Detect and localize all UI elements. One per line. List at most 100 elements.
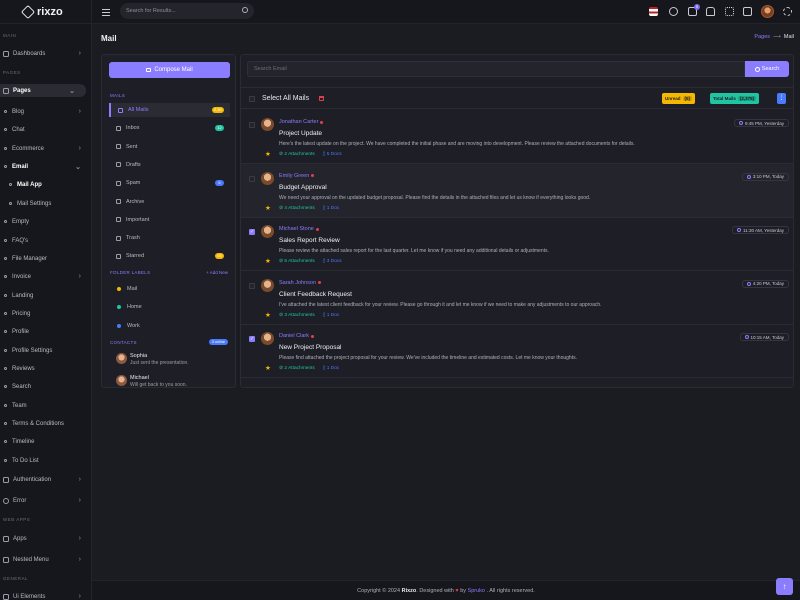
contact-item[interactable]: Michael Will get back to you soon. — [116, 375, 187, 387]
sidebar-item-mail-app[interactable]: Mail App — [0, 178, 91, 191]
sidebar-item-search[interactable]: Search — [0, 380, 91, 393]
docs-link[interactable]: ▯ 3 Docs — [323, 259, 342, 264]
sidebar-item-email[interactable]: Email ⌄ — [0, 160, 91, 173]
mail-folder-item[interactable]: All Mails 2,3K — [109, 103, 230, 117]
mail-checkbox[interactable] — [249, 229, 255, 235]
docs-link[interactable]: ▯ 1 Doc — [323, 206, 340, 211]
mail-folder-item[interactable]: Starred 05 — [109, 249, 230, 263]
mail-row[interactable]: Sarah Johnson Client Feedback Request I've… — [241, 271, 793, 325]
sidebar-item-label: Dashboards — [13, 50, 46, 57]
bullet-icon — [4, 330, 7, 333]
user-avatar[interactable] — [761, 5, 774, 18]
header-search-input[interactable]: Search for Results... — [120, 3, 254, 19]
mail-folder-item[interactable]: Sent — [109, 140, 230, 154]
mail-folder-item[interactable]: Important — [109, 213, 230, 227]
mail-folder-item[interactable]: Archive — [109, 195, 230, 209]
attachments-link[interactable]: ⊘ 5 Attachments — [279, 259, 315, 264]
docs-count: 5 Docs — [326, 152, 342, 157]
sidebar-item-apps[interactable]: Apps › — [0, 532, 91, 545]
email-search-button[interactable]: Search — [745, 61, 789, 77]
sidebar-item-ui-elements[interactable]: Ui Elements › — [0, 590, 91, 600]
sidebar-item-pages[interactable]: Pages ⌄ — [0, 84, 86, 97]
fullscreen-icon[interactable] — [743, 7, 752, 16]
sidebar-item-dashboards[interactable]: Dashboards › — [0, 47, 91, 60]
attachments-link[interactable]: ⊘ 4 Attachments — [279, 206, 315, 211]
sidebar-item-file-manager[interactable]: File Manager — [0, 252, 91, 265]
mail-folder-item[interactable]: Drafts — [109, 158, 230, 172]
mail-row[interactable]: Daniel Clark New Project Proposal Please f… — [241, 324, 793, 378]
docs-link[interactable]: ▯ 5 Docs — [323, 152, 342, 157]
mail-checkbox[interactable] — [249, 336, 255, 342]
scroll-to-top-button[interactable]: ↑ — [776, 578, 793, 595]
sidebar-item-timeline[interactable]: Timeline — [0, 435, 91, 448]
sidebar-item-ecommerce[interactable]: Ecommerce › — [0, 142, 91, 155]
attachments-link[interactable]: ⊘ 2 Attachments — [279, 366, 315, 371]
sidebar-item-invoice[interactable]: Invoice › — [0, 270, 91, 283]
sidebar-item-reviews[interactable]: Reviews — [0, 362, 91, 375]
star-icon[interactable]: ★ — [265, 205, 271, 212]
sidebar-item-nested-menu[interactable]: Nested Menu › — [0, 553, 91, 566]
brand-logo[interactable]: rixzo — [0, 0, 91, 24]
sidebar-item-empty[interactable]: Empty — [0, 215, 91, 228]
gear-icon[interactable] — [783, 7, 792, 16]
folder-label-item[interactable]: Home — [109, 300, 230, 314]
docs-link[interactable]: ▯ 1 Doc — [323, 313, 340, 318]
total-mails-badge[interactable]: Total Mails (2,375) — [710, 93, 760, 104]
attachments-link[interactable]: ⊘ 2 Attachments — [279, 152, 315, 157]
more-options-button[interactable]: ⋮ — [777, 93, 786, 104]
sidebar-item-landing[interactable]: Landing — [0, 289, 91, 302]
chevron-down-icon: ⌄ — [69, 87, 75, 95]
folder-label: Archive — [126, 198, 145, 205]
contact-item[interactable]: Sophia Just sent the presentation. — [116, 353, 189, 366]
sidebar-item-profile-settings[interactable]: Profile Settings — [0, 344, 91, 357]
mail-folder-item[interactable]: Trash — [109, 231, 230, 245]
folder-label-item[interactable]: Mail — [109, 282, 230, 296]
sidebar-item-pricing[interactable]: Pricing — [0, 307, 91, 320]
mail-checkbox[interactable] — [249, 122, 255, 128]
apps-grid-icon[interactable] — [725, 7, 734, 16]
sidebar-item-chat[interactable]: Chat — [0, 123, 91, 136]
mail-checkbox[interactable] — [249, 282, 255, 289]
footer-author-link[interactable]: Spruko — [468, 588, 485, 594]
cart-icon[interactable]: 5 — [688, 4, 700, 16]
mail-checkbox[interactable] — [249, 175, 255, 182]
sidebar-item-label: Search — [12, 383, 32, 390]
search-icon[interactable] — [242, 7, 248, 13]
attachments-link[interactable]: ⊘ 3 Attachments — [279, 313, 315, 318]
mail-row[interactable]: Michael Stone Sales Report Review Please r… — [241, 217, 793, 271]
star-icon[interactable]: ★ — [265, 312, 271, 319]
star-icon[interactable]: ★ — [265, 151, 271, 158]
sidebar-item-terms[interactable]: Terms & Conditions — [0, 417, 91, 430]
sun-icon[interactable] — [669, 7, 678, 16]
sidebar-item-mail-settings[interactable]: Mail Settings — [0, 197, 91, 210]
mail-row[interactable]: Jonathan Carter Project Update Here's the … — [241, 110, 793, 164]
sidebar-item-authentication[interactable]: Authentication › — [0, 473, 91, 486]
email-search-input[interactable]: Search Email — [247, 61, 745, 77]
mail-preview: Please review the attached sales report … — [279, 248, 549, 254]
docs-link[interactable]: ▯ 1 Doc — [323, 366, 340, 371]
sidebar-item-blog[interactable]: Blog › — [0, 105, 91, 118]
delete-icon[interactable] — [319, 96, 324, 101]
compose-mail-button[interactable]: Compose Mail — [109, 62, 230, 78]
sender-name: Jonathan Carter — [279, 119, 319, 125]
mail-folder-item[interactable]: Inbox 12 — [109, 121, 230, 135]
folder-label: Trash — [126, 235, 140, 242]
flag-icon[interactable] — [649, 7, 658, 16]
unread-badge[interactable]: Unread (5) — [662, 93, 696, 104]
sidebar-item-todo[interactable]: To Do List — [0, 454, 91, 467]
mail-time: 11:30 AM, Yesterday — [743, 227, 784, 233]
sidebar-item-faqs[interactable]: FAQ's — [0, 234, 91, 247]
star-icon[interactable]: ★ — [265, 365, 271, 372]
select-all-checkbox[interactable] — [249, 96, 255, 102]
mail-folder-item[interactable]: Spam 6 — [109, 176, 230, 190]
add-label-button[interactable]: + Add New — [206, 270, 228, 275]
bell-icon[interactable] — [706, 7, 715, 16]
star-icon[interactable]: ★ — [265, 258, 271, 265]
sidebar-item-team[interactable]: Team — [0, 399, 91, 412]
menu-toggle-icon[interactable] — [102, 9, 110, 18]
folder-label-item[interactable]: Work — [109, 319, 230, 333]
breadcrumb-link[interactable]: Pages — [754, 34, 770, 40]
sidebar-item-error[interactable]: Error › — [0, 494, 91, 507]
mail-row[interactable]: Emily Green Budget Approval We need your a… — [241, 163, 793, 218]
sidebar-item-profile[interactable]: Profile — [0, 325, 91, 338]
